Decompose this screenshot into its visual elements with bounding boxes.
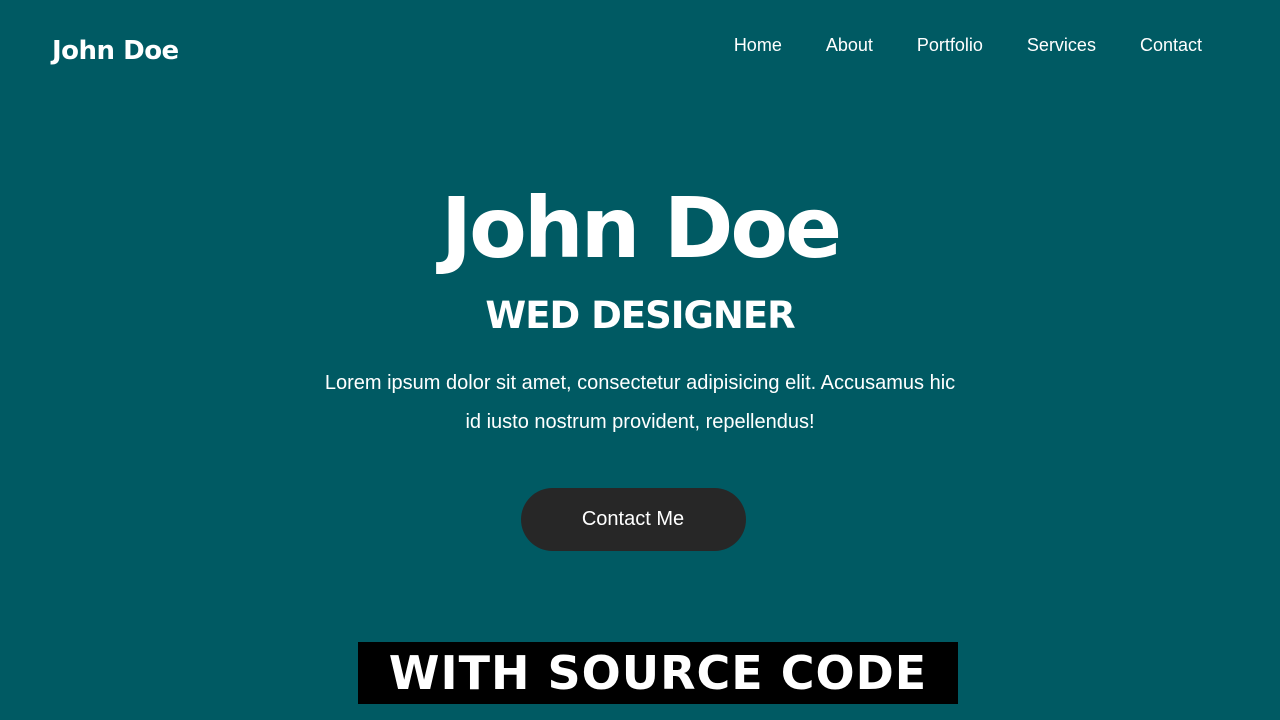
hero-description: Lorem ipsum dolor sit amet, consectetur … xyxy=(324,372,956,433)
main-navigation: Home About Portfolio Services Contact xyxy=(690,34,1202,56)
source-code-banner: WITH SOURCE CODE xyxy=(358,642,958,704)
contact-me-button[interactable]: Contact Me xyxy=(520,488,746,551)
nav-item-portfolio[interactable]: Portfolio xyxy=(917,34,983,56)
hero-title: John Doe xyxy=(440,179,842,277)
hero-subtitle: WED DESIGNER xyxy=(485,294,795,337)
nav-item-home[interactable]: Home xyxy=(734,34,782,56)
nav-item-contact[interactable]: Contact xyxy=(1140,34,1202,56)
nav-item-services[interactable]: Services xyxy=(1027,34,1096,56)
nav-item-about[interactable]: About xyxy=(826,34,873,56)
site-logo[interactable]: John Doe xyxy=(52,36,179,66)
hero-section: John Doe WED DESIGNER Lorem ipsum dolor … xyxy=(0,178,1280,551)
